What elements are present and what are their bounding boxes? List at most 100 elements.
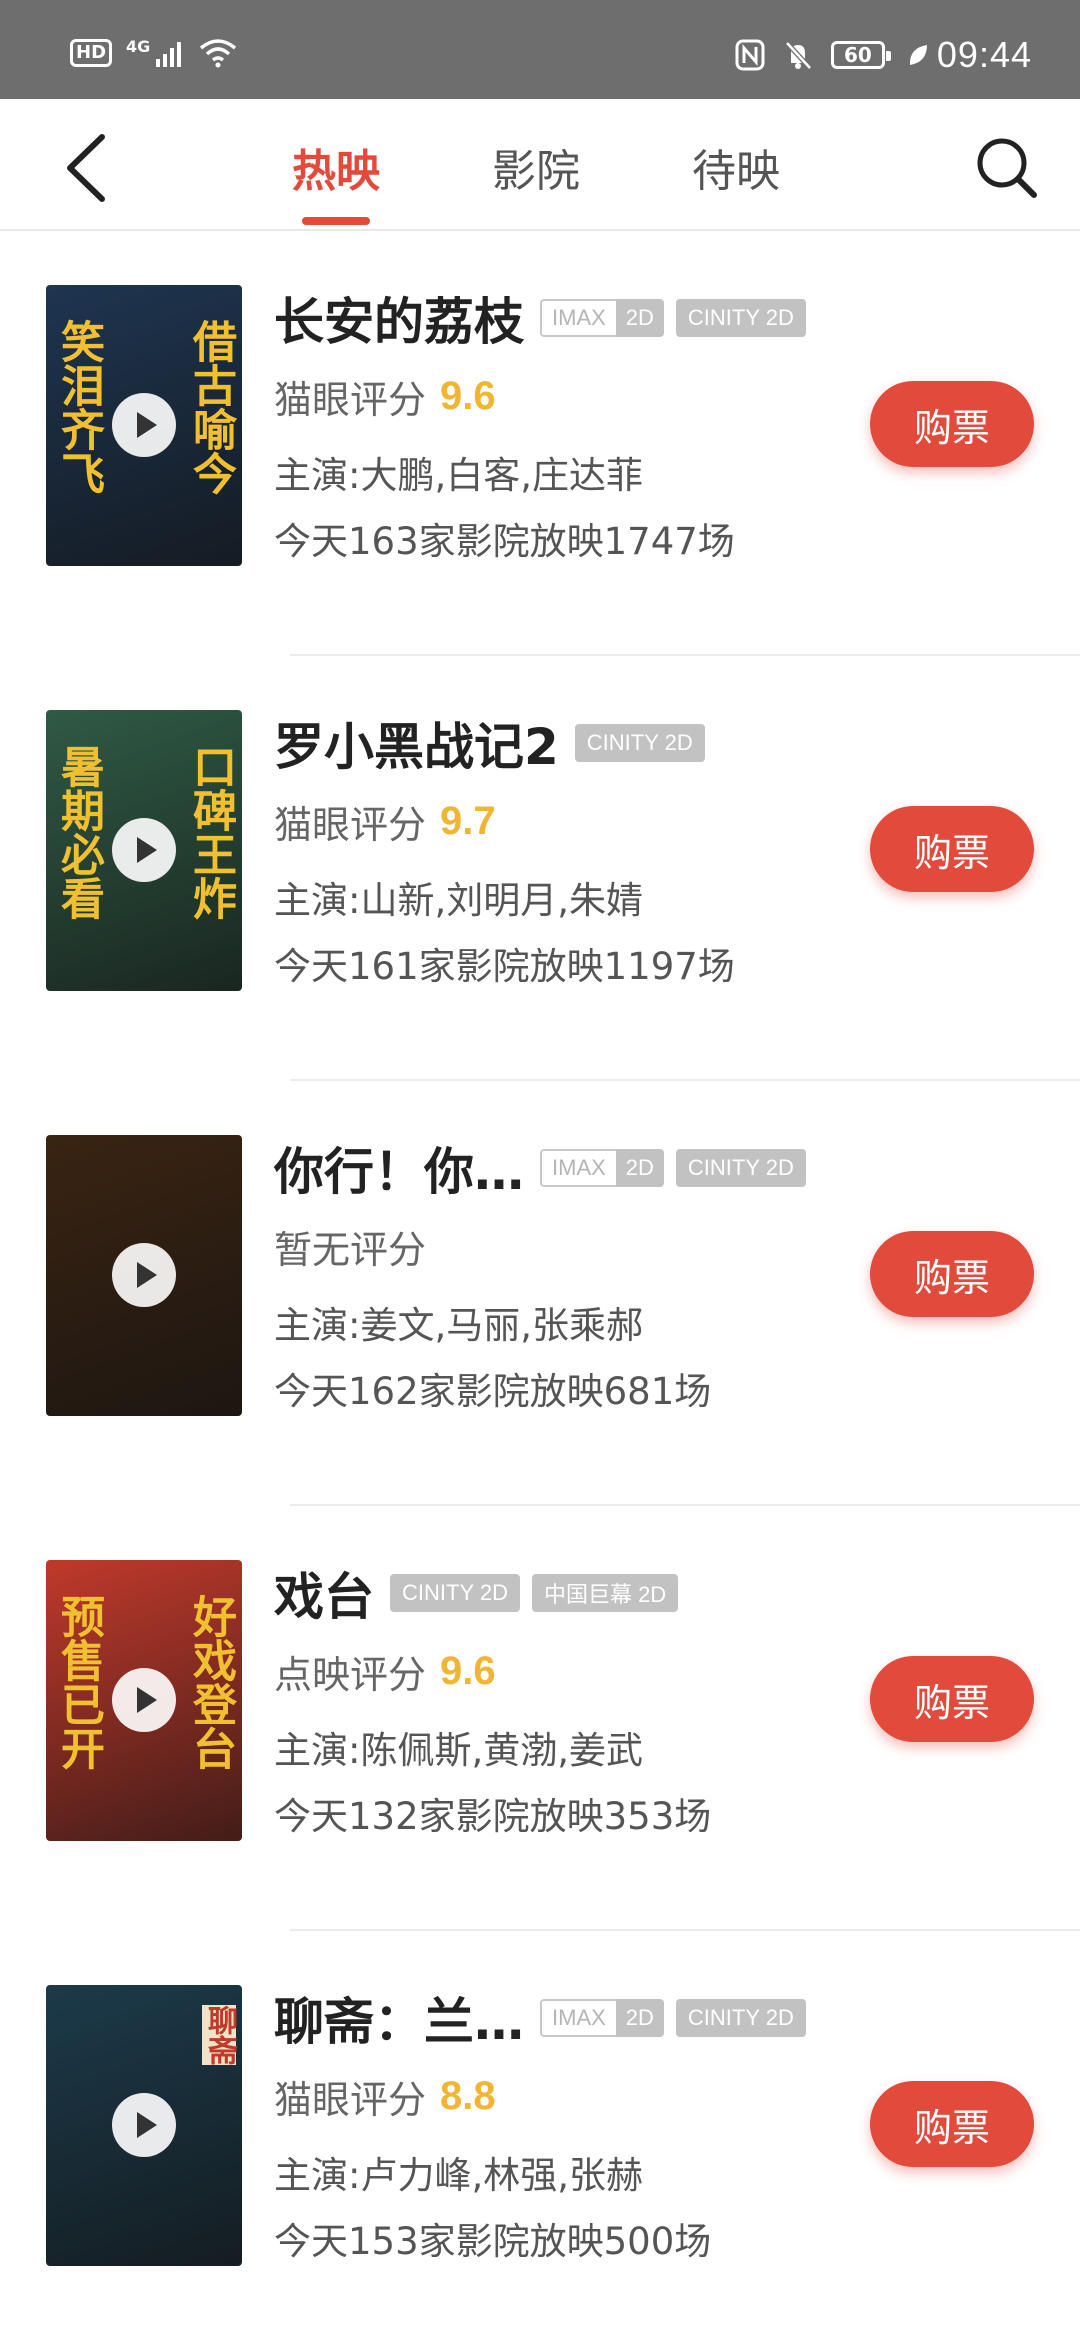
play-icon[interactable]: [112, 1668, 176, 1732]
leaf-icon: [909, 45, 927, 65]
score-line: 猫眼评分 8.8: [274, 2069, 854, 2123]
score-value: 9.7: [440, 798, 496, 843]
play-icon[interactable]: [112, 2093, 176, 2157]
score-label: 猫眼评分: [274, 802, 427, 847]
clock: 09:44: [936, 34, 1032, 75]
score-value: 8.8: [440, 2073, 496, 2118]
format-tag: 中国巨幕 2D: [531, 1574, 679, 1612]
back-button[interactable]: [54, 133, 114, 203]
format-tag: CINITY 2D: [675, 1999, 806, 2037]
movie-showings: 今天161家影院放映1197场: [274, 945, 735, 988]
movie-row[interactable]: 暑期必看 口碑王炸 罗小黑战记2 CINITY 2D 猫眼评分 9.7 主演:山…: [0, 656, 1080, 1081]
battery-icon: 60: [830, 41, 891, 69]
movie-actors: 主演:陈佩斯,黄渤,姜武: [274, 1729, 643, 1772]
score-label: 猫眼评分: [274, 377, 427, 422]
play-icon[interactable]: [112, 393, 176, 457]
movie-showings: 今天132家影院放映353场: [274, 1795, 712, 1838]
tab-now-showing[interactable]: 热映: [292, 135, 380, 225]
movie-showings: 今天163家影院放映1747场: [274, 520, 735, 563]
format-tag: CINITY 2D: [574, 724, 705, 762]
score-line: 点映评分 9.6: [274, 1644, 854, 1698]
poster-text-right: 聊斋: [202, 2005, 237, 2065]
format-tag: IMAX 2D: [540, 1149, 664, 1187]
poster-text-right: 好戏登台: [185, 1594, 236, 1770]
score-label: 暂无评分: [274, 1227, 427, 1272]
movie-actors: 主演:大鹏,白客,庄达菲: [274, 454, 643, 497]
play-icon[interactable]: [112, 818, 176, 882]
movie-poster[interactable]: 笑泪齐飞 借古喻今: [46, 285, 242, 566]
poster-text-right: 口碑王炸: [185, 744, 236, 920]
movie-row[interactable]: 聊斋 聊斋：兰… IMAX 2D CINITY 2D 猫眼评分 8.8 主演:卢力…: [0, 1931, 1080, 2340]
movie-showings: 今天162家影院放映681场: [274, 1370, 712, 1413]
format-tags: IMAX 2D CINITY 2D: [540, 299, 806, 337]
network-label: 4G: [126, 36, 151, 56]
tag-value: 2D: [615, 299, 664, 337]
tab-coming-soon[interactable]: 待映: [692, 135, 780, 223]
movie-info: 你行！你… IMAX 2D CINITY 2D 暂无评分 主演:姜文,马丽,张乘郝…: [274, 1133, 854, 1413]
battery-level: 60: [843, 43, 872, 67]
poster-text-left: 笑泪齐飞: [53, 319, 104, 495]
movie-actors: 主演:卢力峰,林强,张赫: [274, 2154, 643, 2197]
buy-ticket-button[interactable]: 购票: [870, 1656, 1034, 1742]
tag-key: IMAX: [540, 1149, 616, 1187]
format-tag: IMAX 2D: [540, 299, 664, 337]
movie-info: 长安的荔枝 IMAX 2D CINITY 2D 猫眼评分 9.6 主演:大鹏,白客…: [274, 283, 854, 563]
movie-row[interactable]: 预售已开 好戏登台 戏台 CINITY 2D 中国巨幕 2D 点映评分 9.6 …: [0, 1506, 1080, 1931]
movie-info: 罗小黑战记2 CINITY 2D 猫眼评分 9.7 主演:山新,刘明月,朱婧 今…: [274, 708, 854, 988]
format-tags: CINITY 2D: [574, 724, 705, 762]
tag-key: IMAX: [540, 1999, 616, 2037]
chevron-left-icon: [67, 134, 105, 202]
status-left: HD 4G: [70, 36, 238, 68]
movie-poster[interactable]: 聊斋: [46, 1985, 242, 2266]
movie-info: 戏台 CINITY 2D 中国巨幕 2D 点映评分 9.6 主演:陈佩斯,黄渤,…: [274, 1558, 854, 1838]
movie-info: 聊斋：兰… IMAX 2D CINITY 2D 猫眼评分 8.8 主演:卢力峰,林…: [274, 1983, 854, 2263]
buy-ticket-button[interactable]: 购票: [870, 2081, 1034, 2167]
movie-poster[interactable]: 预售已开 好戏登台: [46, 1560, 242, 1841]
tag-key: IMAX: [540, 299, 616, 337]
movie-title: 聊斋：兰…: [274, 1993, 524, 2051]
poster-text-right: 借古喻今: [185, 319, 236, 495]
tab-bar: 热映 影院 待映: [292, 135, 780, 225]
format-tags: IMAX 2D CINITY 2D: [540, 1999, 806, 2037]
status-bar: HD 4G 60 09:44: [0, 0, 1080, 99]
movie-title: 戏台: [274, 1568, 374, 1626]
movie-showings: 今天153家影院放映500场: [274, 2220, 712, 2263]
status-right: 60 09:44: [735, 34, 1032, 76]
score-line: 猫眼评分 9.6: [274, 369, 854, 423]
movie-title: 长安的荔枝: [274, 293, 524, 351]
hd-badge: HD: [70, 39, 113, 67]
movie-poster[interactable]: 暑期必看 口碑王炸: [46, 710, 242, 991]
wifi-icon: [200, 39, 237, 68]
search-icon: [977, 138, 1037, 198]
movie-poster[interactable]: [46, 1135, 242, 1416]
score-label: 点映评分: [274, 1652, 427, 1697]
movie-list: 笑泪齐飞 借古喻今 长安的荔枝 IMAX 2D CINITY 2D 猫眼评分 9.…: [0, 231, 1080, 2340]
score-line: 暂无评分: [274, 1219, 854, 1273]
format-tags: CINITY 2D 中国巨幕 2D: [390, 1574, 679, 1612]
poster-text-left: 暑期必看: [53, 744, 104, 920]
movie-actors: 主演:姜文,马丽,张乘郝: [274, 1304, 643, 1347]
movie-title: 你行！你…: [274, 1143, 524, 1201]
movie-actors: 主演:山新,刘明月,朱婧: [274, 879, 643, 922]
score-value: 9.6: [440, 373, 496, 418]
format-tag: CINITY 2D: [675, 1149, 806, 1187]
tab-cinemas[interactable]: 影院: [492, 135, 580, 223]
buy-ticket-button[interactable]: 购票: [870, 1231, 1034, 1317]
movie-row[interactable]: 笑泪齐飞 借古喻今 长安的荔枝 IMAX 2D CINITY 2D 猫眼评分 9.…: [0, 231, 1080, 656]
search-button[interactable]: [974, 135, 1038, 199]
signal-icon: [156, 42, 182, 67]
play-icon[interactable]: [112, 1243, 176, 1307]
tag-value: 2D: [615, 1999, 664, 2037]
score-value: 9.6: [440, 1648, 496, 1693]
tag-value: 2D: [615, 1149, 664, 1187]
format-tag: IMAX 2D: [540, 1999, 664, 2037]
format-tags: IMAX 2D CINITY 2D: [540, 1149, 806, 1187]
buy-ticket-button[interactable]: 购票: [870, 806, 1034, 892]
buy-ticket-button[interactable]: 购票: [870, 381, 1034, 467]
format-tag: CINITY 2D: [675, 299, 806, 337]
poster-text-left: 预售已开: [53, 1594, 104, 1770]
movie-title: 罗小黑战记2: [274, 718, 559, 776]
score-line: 猫眼评分 9.7: [274, 794, 854, 848]
movie-row[interactable]: 你行！你… IMAX 2D CINITY 2D 暂无评分 主演:姜文,马丽,张乘郝…: [0, 1081, 1080, 1506]
nav-bar: 热映 影院 待映: [0, 99, 1080, 231]
